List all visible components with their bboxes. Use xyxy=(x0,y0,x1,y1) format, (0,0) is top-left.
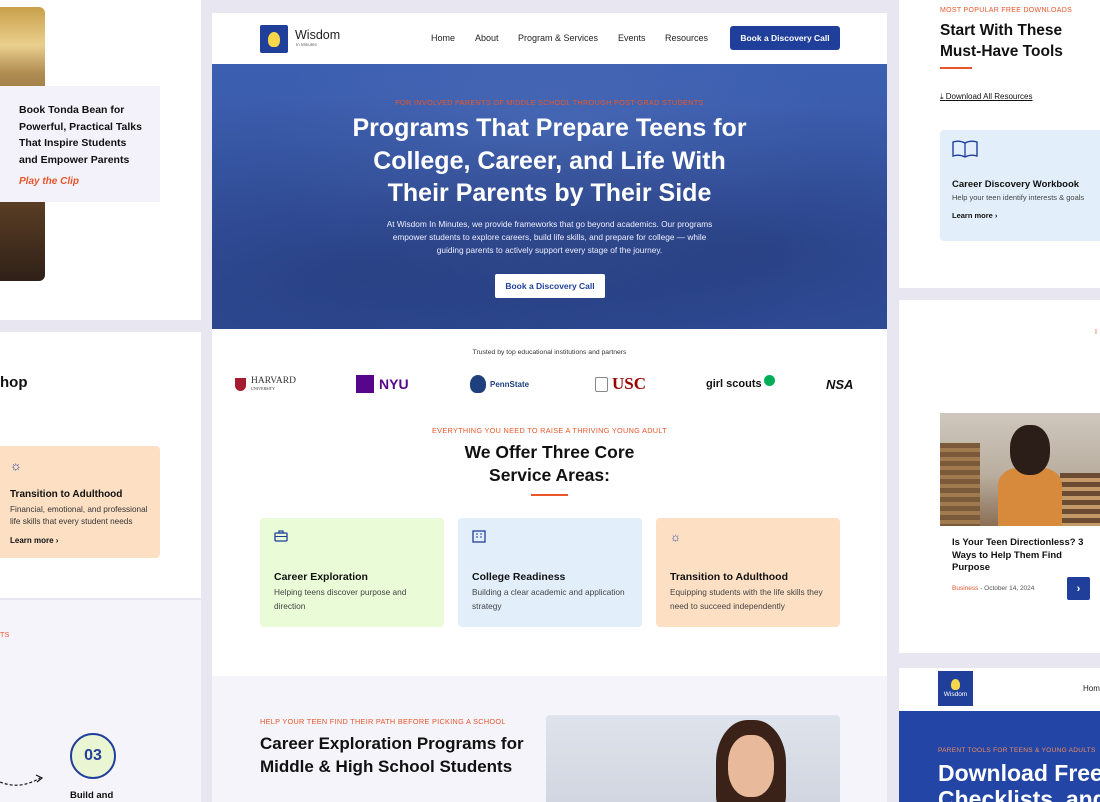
usc-wordmark: USC xyxy=(612,374,647,393)
section-title-fragment: hop xyxy=(0,374,28,391)
usc-logo: USC xyxy=(595,373,646,395)
hero-cta-button[interactable]: Book a Discovery Call xyxy=(495,274,605,298)
post-category[interactable]: Business xyxy=(952,585,978,592)
harvard-wordmark: HARVARD xyxy=(251,376,296,386)
dashed-arrow-icon xyxy=(0,774,44,786)
usc-seal-icon xyxy=(595,376,608,392)
harvard-shield-icon xyxy=(235,377,246,391)
student-photo xyxy=(546,715,840,802)
pennstate-logo: PennState xyxy=(470,373,529,395)
service-card-adulthood[interactable]: ☼ Transition to Adulthood Equipping stud… xyxy=(656,518,840,627)
pennstate-wordmark: PennState xyxy=(490,379,530,389)
speaker-promo-card[interactable]: Book Tonda Bean for Powerful, Practical … xyxy=(0,86,160,202)
nav-link-events[interactable]: Events xyxy=(618,33,646,43)
lightbulb-icon: ☼ xyxy=(10,458,22,473)
service-body: Equipping students with the life skills … xyxy=(670,587,823,611)
download-all-link[interactable]: ⤓ Download All Resources xyxy=(940,92,1033,102)
wisdom-logo-icon[interactable] xyxy=(260,25,288,53)
core-eyebrow: EVERYTHING YOU NEED TO RAISE A THRIVING … xyxy=(432,426,667,435)
wisdom-logo-icon[interactable]: Wisdom xyxy=(938,671,973,706)
open-book-icon xyxy=(952,140,1088,163)
resource-body: Help your teen identify interests & goal… xyxy=(952,193,1085,202)
nav-link-about[interactable]: About xyxy=(475,33,499,43)
service-body: Helping teens discover purpose and direc… xyxy=(274,587,407,611)
blog-post-meta: Business - October 14, 2024 xyxy=(952,585,1035,592)
left-bottom-panel: TS 03 Build and xyxy=(0,600,201,802)
step-label: Build and xyxy=(70,790,114,801)
blog-post-title[interactable]: Is Your Teen Directionless? 3 Ways to He… xyxy=(952,537,1092,575)
homepage-preview: Wisdom In Minutes Home About Program & S… xyxy=(212,13,887,802)
lightbulb-icon: ☼ xyxy=(670,530,681,544)
downloads-title: Start With These Must-Have Tools xyxy=(940,22,1063,60)
downloads-eyebrow: MOST POPULAR FREE DOWNLOADS xyxy=(940,7,1073,14)
nav-link-resources[interactable]: Resources xyxy=(665,33,708,43)
blog-post-photo[interactable] xyxy=(940,413,1100,526)
eyebrow-fragment: TS xyxy=(0,632,10,639)
promo-text: Book Tonda Bean for Powerful, Practical … xyxy=(19,104,142,166)
edge-fragment: I xyxy=(1095,329,1097,336)
hero-body: At Wisdom In Minutes, we provide framewo… xyxy=(386,219,713,255)
service-card-college[interactable]: College Readiness Building a clear acade… xyxy=(458,518,642,627)
career-section: HELP YOUR TEEN FIND THEIR PATH BEFORE PI… xyxy=(212,676,887,802)
girlscouts-logo: girl scouts xyxy=(706,373,775,395)
right-mid-panel: I Is Your Teen Directionless? 3 Ways to … xyxy=(899,300,1100,653)
core-title: We Offer Three Core Service Areas: xyxy=(464,442,635,485)
service-body: Building a clear academic and applicatio… xyxy=(472,587,625,611)
right-bottom-panel: Wisdom Hom PARENT TOOLS FOR TEENS & YOUN… xyxy=(899,668,1100,802)
card-body: Financial, emotional, and professional l… xyxy=(10,505,148,526)
read-more-arrow-button[interactable]: › xyxy=(1067,577,1090,600)
nsa-logo: NSA xyxy=(826,373,853,395)
title-underline xyxy=(940,67,972,69)
harvard-logo: HARVARD UNIVERSITY xyxy=(235,373,296,395)
left-mid-panel: hop ☼ Transition to Adulthood Financial,… xyxy=(0,332,201,598)
service-title: Transition to Adulthood xyxy=(670,571,789,583)
pennstate-lion-icon xyxy=(470,375,486,393)
hero-section: FOR INVOLVED PARENTS OF MIDDLE SCHOOL TH… xyxy=(212,64,887,329)
nyu-logo: NYU xyxy=(356,373,409,395)
service-card-transition[interactable]: ☼ Transition to Adulthood Financial, emo… xyxy=(0,446,160,558)
hero-title: Programs That Prepare Teens for College,… xyxy=(352,114,747,207)
left-top-panel: Book Tonda Bean for Powerful, Practical … xyxy=(0,0,201,320)
top-nav: Wisdom In Minutes Home About Program & S… xyxy=(212,13,887,64)
career-eyebrow: HELP YOUR TEEN FIND THEIR PATH BEFORE PI… xyxy=(260,717,506,726)
post-date: October 14, 2024 xyxy=(984,585,1035,592)
book-discovery-call-button[interactable]: Book a Discovery Call xyxy=(730,26,840,50)
hero-eyebrow: FOR INVOLVED PARENTS OF MIDDLE SCHOOL TH… xyxy=(395,98,704,107)
resource-title: Career Discovery Workbook xyxy=(952,179,1080,190)
download-all-label: Download All Resources xyxy=(945,92,1033,101)
logo-wordmark: Wisdom xyxy=(943,691,968,698)
learn-more-link[interactable]: Learn more › xyxy=(10,536,150,545)
building-icon xyxy=(472,530,628,544)
card-title: Transition to Adulthood xyxy=(10,489,123,500)
title-underline xyxy=(531,494,568,496)
service-card-career[interactable]: Career Exploration Helping teens discove… xyxy=(260,518,444,627)
nyu-wordmark: NYU xyxy=(379,376,409,392)
trusted-by-label: Trusted by top educational institutions … xyxy=(472,349,627,356)
downloads-hero-eyebrow: PARENT TOOLS FOR TEENS & YOUNG ADULTS xyxy=(938,747,1096,754)
girlscouts-trefoil-icon xyxy=(763,374,775,386)
logo-wordmark[interactable]: Wisdom xyxy=(295,28,340,42)
service-title: College Readiness xyxy=(472,571,566,583)
resource-card-workbook[interactable]: Career Discovery Workbook Help your teen… xyxy=(940,130,1100,241)
chevron-right-icon: › xyxy=(1076,582,1081,595)
download-icon: ⤓ xyxy=(940,92,944,101)
nsa-wordmark: NSA xyxy=(826,376,854,392)
briefcase-icon xyxy=(274,530,430,544)
logo-subtitle: In Minutes xyxy=(296,42,317,47)
learn-more-link[interactable]: Learn more › xyxy=(952,211,1088,220)
girlscouts-wordmark: girl scouts xyxy=(706,378,762,390)
play-clip-link[interactable]: Play the Clip xyxy=(19,176,146,187)
service-title: Career Exploration xyxy=(274,571,368,583)
nav-link-home[interactable]: Hom xyxy=(1083,684,1100,693)
step-number-badge: 03 xyxy=(70,733,116,779)
right-top-panel: MOST POPULAR FREE DOWNLOADS Start With T… xyxy=(899,0,1100,288)
career-title: Career Exploration Programs for Middle &… xyxy=(260,734,524,776)
nav-link-programs[interactable]: Program & Services xyxy=(518,33,598,43)
harvard-sub: UNIVERSITY xyxy=(251,386,275,391)
nyu-torch-icon xyxy=(356,375,374,393)
nav-link-home[interactable]: Home xyxy=(431,33,455,43)
downloads-hero-title: Download Free Checklists, and xyxy=(938,760,1100,802)
